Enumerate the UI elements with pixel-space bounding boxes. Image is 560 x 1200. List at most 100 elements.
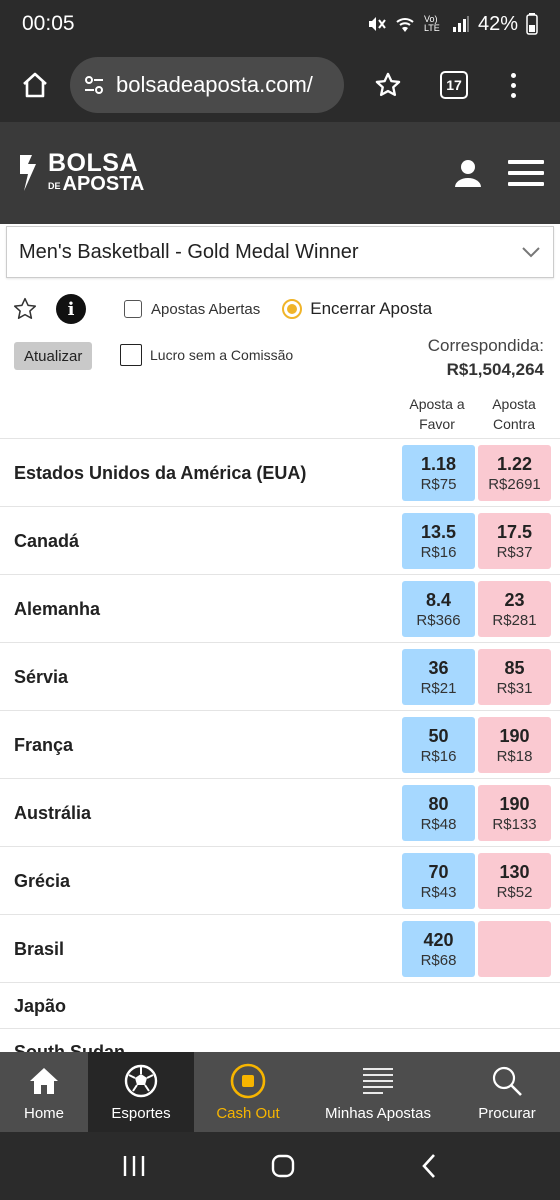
hamburger-line [508, 160, 544, 164]
back-price: 36 [428, 657, 449, 678]
tab-count: 17 [446, 77, 462, 93]
nav-search-label: Procurar [478, 1104, 536, 1122]
battery-percent: 42% [477, 12, 518, 35]
market-dropdown[interactable]: Men's Basketball - Gold Medal Winner [6, 226, 554, 278]
runner-row: Brasil 420 R$68 [0, 914, 560, 982]
back-odds-button[interactable]: 13.5 R$16 [402, 513, 475, 569]
back-odds-button[interactable]: 80 R$48 [402, 785, 475, 841]
runner-row: Japão [0, 982, 560, 1028]
lay-price: 1.22 [496, 453, 533, 474]
runner-name: França [14, 734, 74, 755]
market-title: Men's Basketball - Gold Medal Winner [19, 240, 359, 263]
user-icon[interactable] [452, 157, 484, 189]
no-commission-checkbox[interactable] [120, 344, 142, 366]
runner-name: Estados Unidos da América (EUA) [14, 462, 307, 483]
lay-odds-button[interactable]: 130 R$52 [478, 853, 551, 909]
nav-cashout[interactable]: Cash Out [194, 1052, 302, 1132]
open-bets-checkbox[interactable] [124, 300, 142, 318]
lay-price: 190 [499, 725, 530, 746]
nav-my-bets[interactable]: Minhas Apostas [302, 1052, 454, 1132]
site-settings-icon[interactable] [82, 73, 106, 97]
back-price: 8.4 [425, 589, 452, 610]
back-odds-button[interactable]: 1.18 R$75 [402, 445, 475, 501]
no-commission-toggle[interactable]: Lucro sem a Comissão [120, 344, 293, 366]
lay-odds-button[interactable]: 190 R$18 [478, 717, 551, 773]
soccer-ball-icon [124, 1064, 158, 1097]
hamburger-line [508, 171, 544, 175]
back-odds-button[interactable]: 8.4 R$366 [402, 581, 475, 637]
runner-row: Grécia 70 R$43 130 R$52 [0, 846, 560, 914]
site-logo[interactable]: BOLSA DE APOSTA [16, 150, 145, 196]
runner-name: Alemanha [14, 598, 101, 619]
lay-odds-button[interactable]: 190 R$133 [478, 785, 551, 841]
lay-price: 85 [504, 657, 525, 678]
back-size: R$21 [420, 679, 457, 697]
lay-size: R$281 [492, 611, 537, 629]
status-time: 00:05 [22, 12, 75, 35]
back-size: R$366 [416, 611, 461, 629]
url-bar[interactable]: bolsadeaposta.com/ [70, 57, 344, 113]
nav-home[interactable]: Home [0, 1052, 88, 1132]
back-odds-button[interactable]: 36 R$21 [402, 649, 475, 705]
nav-sports[interactable]: Esportes [88, 1052, 194, 1132]
back-header-line2: Favor [419, 416, 455, 432]
back-size: R$16 [420, 747, 457, 765]
runner-row: Alemanha 8.4 R$366 23 R$281 [0, 574, 560, 642]
matched-label: Correspondida: [427, 336, 544, 355]
browser-toolbar: bolsadeaposta.com/ 17 [0, 48, 560, 122]
recent-apps-icon[interactable] [121, 1154, 147, 1178]
chevron-down-icon [522, 247, 540, 258]
runner-row: South Sudan [0, 1028, 560, 1052]
favourite-star-icon[interactable] [12, 296, 38, 322]
lay-price: 23 [504, 589, 525, 610]
lay-size: R$37 [496, 543, 533, 561]
market-content: Men's Basketball - Gold Medal Winner i A… [0, 224, 560, 1052]
back-odds-button[interactable]: 50 R$16 [402, 717, 475, 773]
lay-odds-button[interactable]: 1.22 R$2691 [478, 445, 551, 501]
bookmark-button[interactable] [368, 65, 408, 105]
lay-odds-button[interactable]: 23 R$281 [478, 581, 551, 637]
lay-odds-button[interactable]: 17.5 R$37 [478, 513, 551, 569]
runner-row: Sérvia 36 R$21 85 R$31 [0, 642, 560, 710]
runner-list: Estados Unidos da América (EUA) 1.18 R$7… [0, 438, 560, 1052]
nav-search[interactable]: Procurar [454, 1052, 560, 1132]
info-icon[interactable]: i [56, 294, 86, 324]
lay-price: 17.5 [496, 521, 533, 542]
runner-name: South Sudan [14, 1041, 125, 1053]
back-odds-button[interactable]: 70 R$43 [402, 853, 475, 909]
back-odds-button[interactable]: 420 R$68 [402, 921, 475, 977]
cashout-radio[interactable] [282, 299, 303, 319]
lay-header-line1: Aposta [492, 396, 536, 412]
mute-icon [368, 17, 386, 31]
tab-switcher-button[interactable]: 17 [440, 71, 468, 99]
runner-name: Grécia [14, 870, 71, 891]
runner-name: Sérvia [14, 666, 69, 687]
system-home-icon[interactable] [270, 1153, 296, 1179]
runner-name: Japão [14, 995, 67, 1016]
back-price: 420 [423, 929, 454, 950]
refresh-button[interactable]: Atualizar [14, 342, 93, 370]
site-header: BOLSA DE APOSTA [0, 122, 560, 224]
back-column-header: Aposta a Favor [400, 394, 474, 434]
menu-dot [510, 72, 516, 78]
back-size: R$43 [420, 883, 457, 901]
back-icon[interactable] [419, 1153, 439, 1179]
lay-odds-button[interactable]: 85 R$31 [478, 649, 551, 705]
browser-home-button[interactable] [12, 62, 58, 108]
lay-price: 130 [499, 861, 530, 882]
back-size: R$68 [420, 951, 457, 969]
lay-odds-button[interactable] [478, 921, 551, 977]
back-size: R$16 [420, 543, 457, 561]
nav-cashout-label: Cash Out [216, 1104, 280, 1122]
hamburger-menu-button[interactable] [508, 160, 544, 186]
cashout-icon [230, 1063, 266, 1098]
back-size: R$48 [420, 815, 457, 833]
logo-line2-main: APOSTA [62, 173, 145, 196]
system-navigation-bar [0, 1132, 560, 1200]
runner-name: Canadá [14, 530, 80, 551]
star-icon [375, 72, 401, 97]
nav-my-bets-label: Minhas Apostas [325, 1104, 431, 1122]
browser-menu-button[interactable] [508, 72, 518, 98]
status-bar: 00:05 Vo) LTE 42% [0, 0, 560, 48]
runner-name: Brasil [14, 938, 65, 959]
